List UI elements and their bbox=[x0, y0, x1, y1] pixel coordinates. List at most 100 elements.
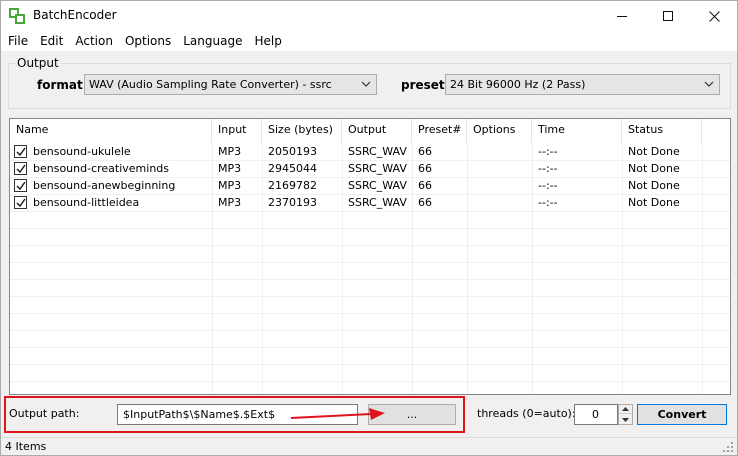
menu-options[interactable]: Options bbox=[119, 31, 177, 51]
column-header-status[interactable]: Status bbox=[622, 119, 702, 143]
menu-bar: File Edit Action Options Language Help bbox=[1, 31, 737, 51]
cell-name: bensound-ukulele bbox=[33, 145, 131, 158]
convert-button[interactable]: Convert bbox=[637, 404, 727, 425]
cell-status: Not Done bbox=[628, 196, 680, 209]
preset-label: preset: bbox=[401, 78, 450, 92]
table-row[interactable]: bensound-creativeminds MP3 2945044 SSRC_… bbox=[10, 160, 730, 177]
table-row[interactable]: bensound-littleidea MP3 2370193 SSRC_WAV… bbox=[10, 194, 730, 211]
cell-options bbox=[467, 177, 473, 194]
cell-input: MP3 bbox=[218, 145, 242, 158]
grid-line bbox=[10, 296, 730, 297]
grid-line bbox=[10, 313, 730, 314]
column-header-time[interactable]: Time bbox=[532, 119, 622, 143]
column-header-input[interactable]: Input bbox=[212, 119, 262, 143]
spin-up-button[interactable] bbox=[619, 405, 632, 414]
column-header-options[interactable]: Options bbox=[467, 119, 532, 143]
menu-help[interactable]: Help bbox=[248, 31, 287, 51]
column-header-size[interactable]: Size (bytes) bbox=[262, 119, 342, 143]
cell-time: --:-- bbox=[538, 145, 558, 158]
minimize-icon bbox=[617, 15, 627, 17]
batchencoder-window: BatchEncoder File Edit Action Options La… bbox=[0, 0, 738, 456]
table-row[interactable]: bensound-ukulele MP3 2050193 SSRC_WAV 66… bbox=[10, 143, 730, 160]
column-header-preset[interactable]: Preset# bbox=[412, 119, 467, 143]
preset-select[interactable]: 24 Bit 96000 Hz (2 Pass) bbox=[445, 74, 720, 95]
checkmark-icon bbox=[16, 164, 26, 174]
file-list[interactable]: Name Input Size (bytes) Output Preset# O… bbox=[9, 118, 731, 395]
cell-preset: 66 bbox=[418, 196, 432, 209]
status-bar: 4 Items bbox=[1, 437, 737, 455]
cell-name: bensound-anewbeginning bbox=[33, 179, 176, 192]
cell-preset: 66 bbox=[418, 145, 432, 158]
cell-output: SSRC_WAV bbox=[348, 179, 407, 192]
cell-input: MP3 bbox=[218, 179, 242, 192]
window-title: BatchEncoder bbox=[33, 8, 117, 22]
maximize-icon bbox=[663, 11, 673, 21]
column-header-output[interactable]: Output bbox=[342, 119, 412, 143]
cell-time: --:-- bbox=[538, 196, 558, 209]
chevron-down-icon bbox=[361, 81, 371, 87]
spin-down-button[interactable] bbox=[619, 415, 632, 424]
cell-status: Not Done bbox=[628, 162, 680, 175]
grid-line bbox=[10, 330, 730, 331]
app-icon bbox=[9, 8, 25, 24]
table-row[interactable]: bensound-anewbeginning MP3 2169782 SSRC_… bbox=[10, 177, 730, 194]
close-button[interactable] bbox=[691, 1, 737, 31]
cell-output: SSRC_WAV bbox=[348, 196, 407, 209]
threads-input[interactable]: 0 bbox=[574, 404, 618, 425]
menu-file[interactable]: File bbox=[1, 31, 34, 51]
grid-line bbox=[10, 262, 730, 263]
grid-line bbox=[10, 245, 730, 246]
format-select[interactable]: WAV (Audio Sampling Rate Converter) - ss… bbox=[84, 74, 377, 95]
cell-time: --:-- bbox=[538, 162, 558, 175]
cell-output: SSRC_WAV bbox=[348, 145, 407, 158]
row-checkbox[interactable] bbox=[14, 196, 27, 209]
cell-preset: 66 bbox=[418, 162, 432, 175]
cell-size: 2169782 bbox=[268, 179, 317, 192]
cell-size: 2370193 bbox=[268, 196, 317, 209]
cell-input: MP3 bbox=[218, 196, 242, 209]
cell-time: --:-- bbox=[538, 179, 558, 192]
cell-options bbox=[467, 160, 473, 177]
cell-options bbox=[467, 143, 473, 160]
grid-line bbox=[10, 211, 730, 212]
cell-name: bensound-creativeminds bbox=[33, 162, 170, 175]
cell-status: Not Done bbox=[628, 179, 680, 192]
minimize-button[interactable] bbox=[599, 1, 645, 31]
list-header: Name Input Size (bytes) Output Preset# O… bbox=[10, 119, 730, 143]
maximize-button[interactable] bbox=[645, 1, 691, 31]
caret-down-icon bbox=[622, 417, 629, 422]
grid-line bbox=[10, 279, 730, 280]
grid-line bbox=[10, 381, 730, 382]
checkmark-icon bbox=[16, 181, 26, 191]
menu-language[interactable]: Language bbox=[177, 31, 248, 51]
highlight-frame bbox=[4, 396, 465, 433]
menu-edit[interactable]: Edit bbox=[34, 31, 69, 51]
chevron-down-icon bbox=[704, 81, 714, 87]
row-checkbox[interactable] bbox=[14, 179, 27, 192]
cell-output: SSRC_WAV bbox=[348, 162, 407, 175]
cell-preset: 66 bbox=[418, 179, 432, 192]
column-header-name[interactable]: Name bbox=[10, 119, 212, 143]
annotation-arrow-icon bbox=[290, 408, 385, 420]
row-checkbox[interactable] bbox=[14, 145, 27, 158]
caret-up-icon bbox=[622, 407, 629, 411]
menu-action[interactable]: Action bbox=[69, 31, 119, 51]
threads-label: threads (0=auto): bbox=[477, 407, 576, 420]
cell-status: Not Done bbox=[628, 145, 680, 158]
preset-select-value: 24 Bit 96000 Hz (2 Pass) bbox=[450, 78, 586, 91]
cell-input: MP3 bbox=[218, 162, 242, 175]
grid-line bbox=[10, 228, 730, 229]
cell-options bbox=[467, 194, 473, 211]
format-select-value: WAV (Audio Sampling Rate Converter) - ss… bbox=[89, 78, 332, 91]
row-checkbox[interactable] bbox=[14, 162, 27, 175]
resize-grip-icon[interactable] bbox=[722, 441, 734, 453]
title-bar[interactable]: BatchEncoder bbox=[1, 1, 737, 31]
output-group-legend: Output bbox=[15, 56, 61, 70]
grid-line bbox=[10, 364, 730, 365]
checkmark-icon bbox=[16, 198, 26, 208]
grid-line bbox=[10, 347, 730, 348]
threads-spinner[interactable] bbox=[618, 404, 633, 425]
cell-size: 2945044 bbox=[268, 162, 317, 175]
cell-size: 2050193 bbox=[268, 145, 317, 158]
format-label: format: bbox=[37, 78, 88, 92]
